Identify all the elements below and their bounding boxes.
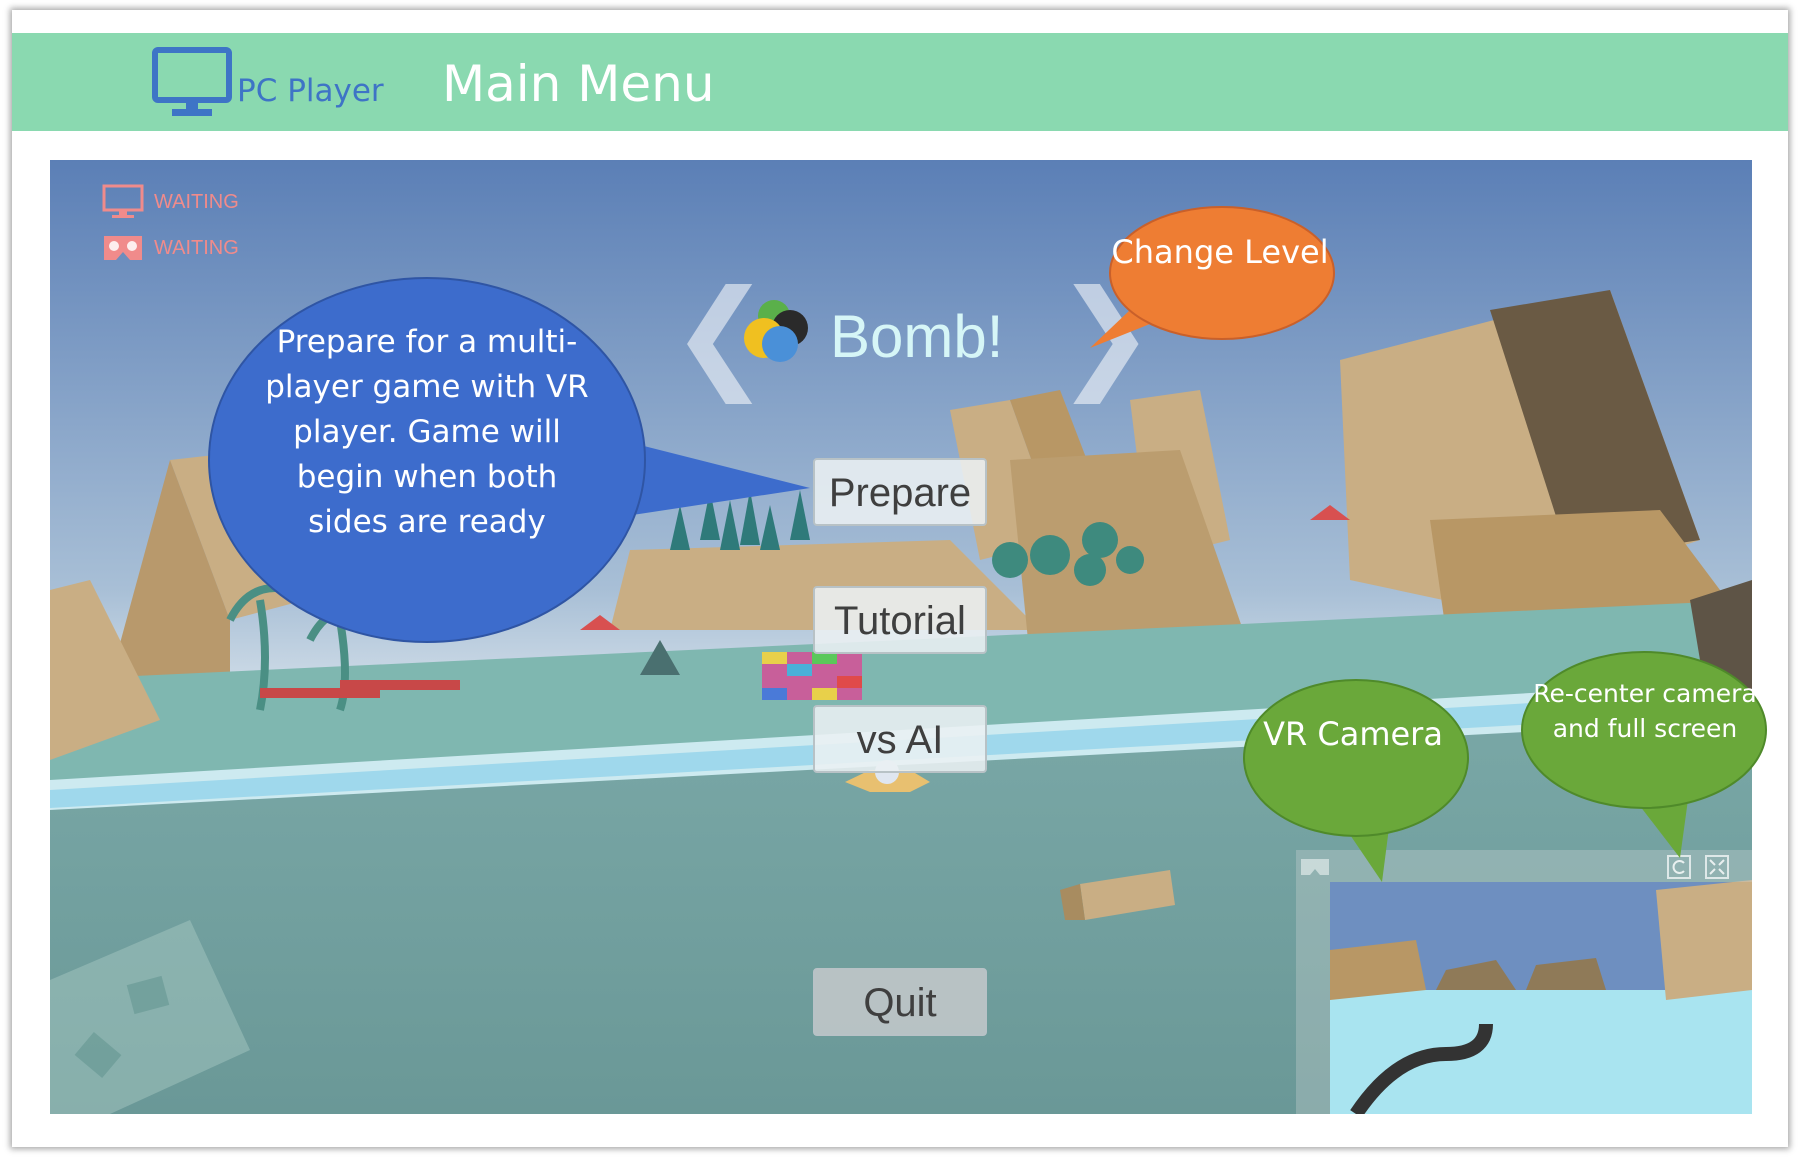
pc-status: WAITING [102,184,239,220]
bomb-balls-icon [744,300,808,362]
monitor-icon [102,184,144,218]
level-name: Bomb! [830,303,1004,370]
vr-camera-toolbar [1296,850,1752,882]
page-title: Main Menu [442,55,715,113]
vr-headset-icon [1301,859,1329,875]
chevron-right-icon[interactable]: ❯ [1055,270,1156,400]
pc-status-text: WAITING [154,190,239,213]
chevron-left-icon[interactable]: ❮ [670,270,771,400]
monitor-icon [152,47,232,116]
block-pile [762,652,862,700]
minimap [50,920,250,1114]
recenter-icon[interactable] [1666,854,1692,880]
vr-camera-callout: VR Camera [1263,715,1443,753]
change-level-callout: Change Level [1111,233,1329,271]
header-bar: PC Player Main Menu [12,33,1788,131]
tutorial-button[interactable]: Tutorial [813,586,987,654]
vs-ai-button[interactable]: vs AI [813,705,987,773]
prepare-callout: Prepare for a multi-player game with VR … [265,324,589,540]
vr-camera-panel [1296,850,1752,1114]
game-viewport: WAITING WAITING ❮ Bomb! ❯ Prepare Tutori… [50,160,1752,1114]
recenter-callout: Re-center camera and full screen [1533,679,1757,743]
prepare-button[interactable]: Prepare [813,458,987,526]
fullscreen-icon[interactable] [1704,854,1730,880]
app-name: PC Player [237,73,384,109]
quit-button[interactable]: Quit [813,968,987,1036]
vr-status: WAITING [102,230,239,266]
vr-headset-icon [104,236,142,260]
vr-camera-view [1296,880,1752,1114]
level-selector: ❮ Bomb! ❯ [670,270,1156,400]
vr-status-text: WAITING [154,236,239,259]
